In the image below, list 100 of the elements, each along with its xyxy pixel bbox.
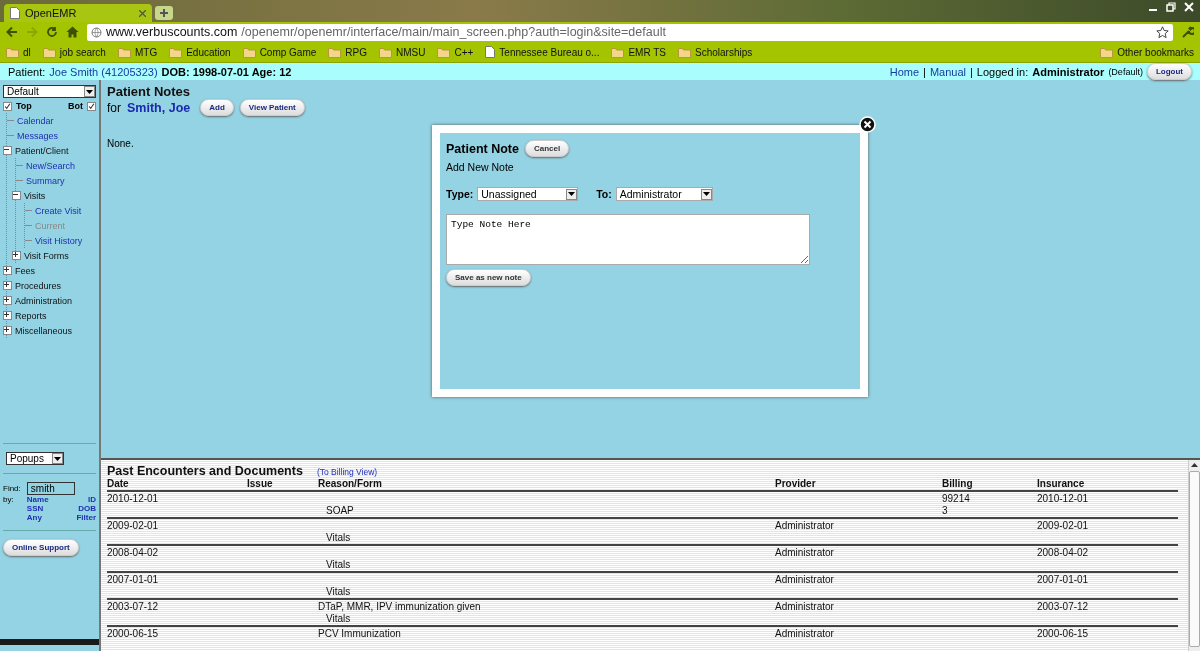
browser-tab[interactable]: OpenEMR bbox=[4, 4, 152, 22]
dropdown-arrow-icon[interactable] bbox=[84, 86, 95, 97]
bookmark[interactable]: MTG bbox=[117, 46, 158, 58]
page-title: Patient Notes bbox=[107, 84, 192, 99]
table-cell-text: Administrator bbox=[775, 520, 835, 532]
bookmark[interactable]: Tennessee Bureau o... bbox=[485, 46, 600, 58]
globe-icon bbox=[91, 26, 102, 38]
nav-folder[interactable]: Fees bbox=[15, 265, 35, 276]
table-cell-text: 2008-04-02 bbox=[1037, 547, 1090, 559]
type-select[interactable]: Unassigned bbox=[477, 187, 579, 201]
empty-message: None. bbox=[107, 138, 134, 149]
logged-in-label: Logged in: bbox=[976, 65, 1029, 78]
table-cell-text: 2007-01-01 bbox=[1037, 574, 1090, 586]
scroll-up-icon[interactable] bbox=[1191, 463, 1198, 467]
for-label: for bbox=[107, 100, 121, 115]
table-cell-text: Vitals bbox=[325, 586, 352, 598]
nav-link[interactable]: Messages bbox=[17, 130, 59, 141]
page-icon bbox=[485, 46, 496, 58]
column-header: Issue bbox=[247, 478, 274, 490]
page-icon bbox=[10, 7, 20, 19]
search-by-link[interactable]: DOB bbox=[64, 504, 96, 513]
nav-link[interactable]: Create Visit bbox=[35, 205, 82, 216]
nav-folder[interactable]: Administration bbox=[15, 295, 73, 306]
checkbox[interactable] bbox=[87, 101, 96, 111]
folder-icon bbox=[611, 46, 625, 58]
back-icon[interactable] bbox=[6, 26, 18, 38]
cancel-button[interactable]: Cancel bbox=[524, 140, 570, 157]
expand-icon[interactable] bbox=[3, 311, 12, 320]
bookmark[interactable]: job search bbox=[42, 46, 106, 58]
expand-icon[interactable] bbox=[3, 326, 12, 335]
table-cell-text: Administrator bbox=[775, 547, 835, 559]
table-cell-text: 2008-04-02 bbox=[107, 547, 160, 559]
search-by-link[interactable]: Any bbox=[26, 513, 59, 522]
to-select[interactable]: Administrator bbox=[615, 187, 713, 201]
patient-name-link[interactable]: Joe Smith (41205323) bbox=[49, 65, 158, 78]
bookmark[interactable]: RPG bbox=[328, 46, 367, 58]
wrench-icon[interactable] bbox=[1181, 25, 1194, 39]
column-header: Billing bbox=[942, 478, 974, 490]
logout-button[interactable]: Logout bbox=[1146, 63, 1192, 80]
nav-folder[interactable]: Visit Forms bbox=[24, 250, 69, 261]
nav-link[interactable]: Visit History bbox=[35, 235, 83, 246]
bookmark[interactable]: Scholarships bbox=[678, 46, 753, 58]
collapse-icon[interactable] bbox=[12, 191, 21, 200]
save-note-button[interactable]: Save as new note bbox=[446, 269, 531, 286]
section-title: Past Encounters and Documents bbox=[107, 464, 303, 478]
patient-label: Patient: bbox=[8, 65, 46, 78]
expand-icon[interactable] bbox=[12, 251, 21, 260]
nav-folder[interactable]: Procedures bbox=[15, 280, 62, 291]
folder-icon bbox=[379, 46, 392, 58]
collapse-icon[interactable] bbox=[3, 146, 12, 155]
view-select[interactable]: Default bbox=[3, 85, 96, 98]
address-bar[interactable]: www.verbuscounts.com /openemr/openemr/interface/main/main_screen.php?auth=login&site=default bbox=[87, 23, 1173, 41]
nav-folder[interactable]: Miscellaneous bbox=[15, 325, 73, 336]
table-cell-text: 2000-06-15 bbox=[1037, 628, 1090, 640]
other-bookmarks[interactable]: Other bookmarks bbox=[1100, 46, 1194, 58]
dropdown-arrow-icon[interactable] bbox=[52, 453, 63, 464]
scrollbar[interactable] bbox=[1188, 460, 1200, 651]
note-field[interactable]: Type Note Here bbox=[446, 214, 810, 265]
bookmark[interactable]: NMSU bbox=[379, 46, 426, 58]
add-button[interactable]: Add bbox=[200, 99, 234, 116]
new-tab-icon[interactable] bbox=[155, 6, 173, 20]
expand-icon[interactable] bbox=[3, 296, 12, 305]
manual-link[interactable]: Manual bbox=[929, 65, 966, 78]
expand-icon[interactable] bbox=[3, 266, 12, 275]
view-patient-button[interactable]: View Patient bbox=[239, 99, 305, 116]
user-role: (Default) bbox=[1108, 66, 1143, 77]
nav-link[interactable]: Calendar bbox=[17, 115, 54, 126]
online-support-button[interactable]: Online Support bbox=[3, 539, 79, 556]
home-icon[interactable] bbox=[66, 26, 79, 38]
search-by-link[interactable]: Filter bbox=[64, 513, 96, 522]
nav-folder[interactable]: Reports bbox=[15, 310, 47, 321]
bookmark[interactable]: EMR TS bbox=[611, 46, 667, 58]
search-by-link[interactable]: ID bbox=[64, 495, 96, 504]
home-link[interactable]: Home bbox=[889, 65, 920, 78]
nav-folder[interactable]: Patient/Client bbox=[15, 145, 69, 156]
find-field[interactable]: smith bbox=[26, 482, 75, 495]
checkbox[interactable] bbox=[3, 101, 12, 111]
table-cell-text: 2009-02-01 bbox=[1037, 520, 1090, 532]
popups-select[interactable]: Popups bbox=[6, 452, 64, 465]
table-cell-text: Administrator bbox=[775, 574, 835, 586]
nav-link[interactable]: Summary bbox=[26, 175, 65, 186]
nav-link[interactable]: New/Search bbox=[26, 160, 76, 171]
reload-icon[interactable] bbox=[46, 26, 58, 38]
bookmark[interactable]: Education bbox=[169, 46, 231, 58]
star-icon[interactable] bbox=[1156, 25, 1169, 39]
column-header: Date bbox=[107, 478, 130, 490]
restore-icon[interactable] bbox=[1166, 2, 1176, 12]
search-by-link[interactable]: Name bbox=[26, 495, 59, 504]
bookmark[interactable]: Comp Game bbox=[242, 46, 317, 58]
nav-folder[interactable]: Visits bbox=[24, 190, 46, 201]
bookmark[interactable]: dl bbox=[6, 46, 31, 58]
patient-dob: DOB: 1998-07-01 Age: 12 bbox=[161, 65, 292, 78]
expand-icon[interactable] bbox=[3, 281, 12, 290]
table-cell-text: 99214 bbox=[942, 493, 971, 505]
search-by-link[interactable]: SSN bbox=[26, 504, 59, 513]
folder-icon bbox=[42, 46, 56, 58]
bookmark[interactable]: C++ bbox=[437, 46, 474, 58]
billing-view-link[interactable]: (To Billing View) bbox=[316, 467, 378, 477]
find-label: Find: bbox=[3, 484, 21, 493]
column-header: Provider bbox=[775, 478, 817, 490]
